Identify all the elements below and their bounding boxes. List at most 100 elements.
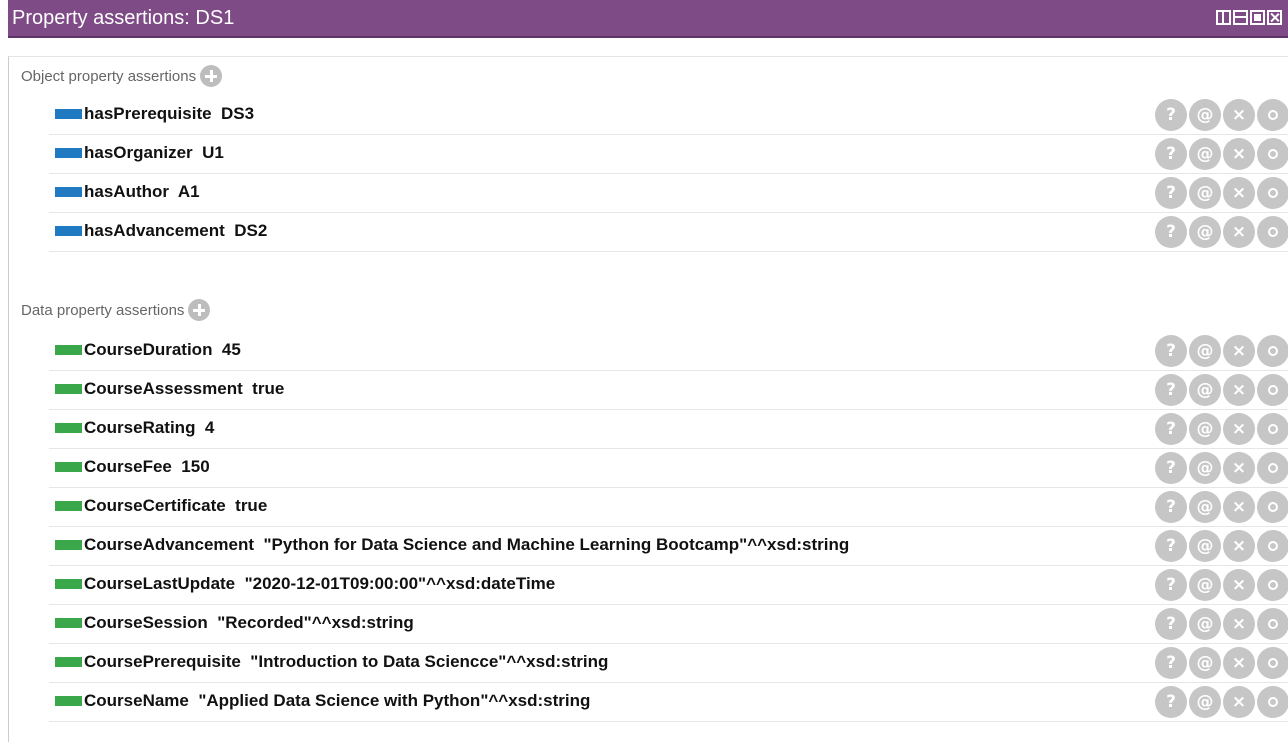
edit-icon[interactable] [1257,647,1288,679]
help-icon[interactable]: ? [1155,491,1187,523]
data-property-assertion-row[interactable]: CourseSession "Recorded"^^xsd:string? @ × [49,606,1288,644]
edit-icon[interactable] [1257,413,1288,445]
assertion-text: hasPrerequisite DS3 [84,104,255,123]
maximize-icon[interactable] [1250,10,1265,25]
help-icon[interactable]: ? [1155,335,1187,367]
delete-icon[interactable]: × [1223,686,1255,718]
annotate-icon[interactable]: @ [1189,569,1221,601]
vertical-split-icon[interactable] [1216,10,1231,25]
data-property-section-header: Data property assertions [21,299,211,321]
delete-icon[interactable]: × [1223,335,1255,367]
assertion-text: CourseRating 4 [84,418,215,437]
row-actions: ? @ × [1155,413,1288,445]
delete-icon[interactable]: × [1223,216,1255,248]
edit-icon[interactable] [1257,686,1288,718]
assertion-text: CoursePrerequisite "Introduction to Data… [84,652,609,671]
help-icon[interactable]: ? [1155,138,1187,170]
data-property-icon [55,462,82,472]
edit-icon[interactable] [1257,608,1288,640]
row-actions: ? @ × [1155,686,1288,718]
assertion-text: hasAuthor A1 [84,182,200,201]
help-icon[interactable]: ? [1155,413,1187,445]
assertion-text: CourseAssessment true [84,379,285,398]
data-property-assertion-row[interactable]: CourseDuration 45? @ × [49,333,1288,371]
annotate-icon[interactable]: @ [1189,138,1221,170]
row-actions: ? @ × [1155,608,1288,640]
help-icon[interactable]: ? [1155,530,1187,562]
delete-icon[interactable]: × [1223,608,1255,640]
edit-icon[interactable] [1257,452,1288,484]
object-property-assertion-row[interactable]: hasOrganizer U1? @ × [49,136,1288,174]
panel-title: Property assertions: DS1 [12,7,235,29]
edit-icon[interactable] [1257,491,1288,523]
edit-icon[interactable] [1257,138,1288,170]
delete-icon[interactable]: × [1223,647,1255,679]
annotate-icon[interactable]: @ [1189,530,1221,562]
help-icon[interactable]: ? [1155,177,1187,209]
help-icon[interactable]: ? [1155,686,1187,718]
horizontal-split-icon[interactable] [1233,10,1248,25]
object-property-assertion-row[interactable]: hasAdvancement DS2? @ × [49,214,1288,252]
edit-icon[interactable] [1257,216,1288,248]
row-actions: ? @ × [1155,177,1288,209]
add-data-property-icon[interactable] [188,299,211,321]
object-property-icon [55,187,82,197]
object-property-icon [55,226,82,236]
annotate-icon[interactable]: @ [1189,647,1221,679]
annotate-icon[interactable]: @ [1189,99,1221,131]
row-actions: ? @ × [1155,99,1288,131]
object-property-assertion-row[interactable]: hasPrerequisite DS3? @ × [49,97,1288,135]
help-icon[interactable]: ? [1155,216,1187,248]
data-property-assertion-row[interactable]: CourseAdvancement "Python for Data Scien… [49,528,1288,566]
delete-icon[interactable]: × [1223,99,1255,131]
object-property-section-header: Object property assertions [21,65,223,87]
row-actions: ? @ × [1155,335,1288,367]
delete-icon[interactable]: × [1223,177,1255,209]
delete-icon[interactable]: × [1223,491,1255,523]
annotate-icon[interactable]: @ [1189,374,1221,406]
delete-icon[interactable]: × [1223,138,1255,170]
assertion-text: CourseAdvancement "Python for Data Scien… [84,535,850,554]
data-property-icon [55,540,82,550]
delete-icon[interactable]: × [1223,413,1255,445]
data-property-assertion-row[interactable]: CoursePrerequisite "Introduction to Data… [49,645,1288,683]
annotate-icon[interactable]: @ [1189,608,1221,640]
object-property-assertion-row[interactable]: hasAuthor A1? @ × [49,175,1288,213]
assertion-text: hasAdvancement DS2 [84,221,268,240]
data-property-assertion-row[interactable]: CourseRating 4? @ × [49,411,1288,449]
edit-icon[interactable] [1257,335,1288,367]
help-icon[interactable]: ? [1155,452,1187,484]
help-icon[interactable]: ? [1155,608,1187,640]
data-property-assertion-row[interactable]: CourseLastUpdate "2020-12-01T09:00:00"^^… [49,567,1288,605]
help-icon[interactable]: ? [1155,647,1187,679]
annotate-icon[interactable]: @ [1189,491,1221,523]
help-icon[interactable]: ? [1155,99,1187,131]
data-property-assertion-row[interactable]: CourseCertificate true? @ × [49,489,1288,527]
edit-icon[interactable] [1257,569,1288,601]
annotate-icon[interactable]: @ [1189,686,1221,718]
delete-icon[interactable]: × [1223,374,1255,406]
annotate-icon[interactable]: @ [1189,452,1221,484]
close-icon[interactable] [1267,10,1282,25]
edit-icon[interactable] [1257,177,1288,209]
delete-icon[interactable]: × [1223,452,1255,484]
data-property-icon [55,501,82,511]
edit-icon[interactable] [1257,99,1288,131]
annotate-icon[interactable]: @ [1189,335,1221,367]
annotate-icon[interactable]: @ [1189,216,1221,248]
row-actions: ? @ × [1155,491,1288,523]
add-object-property-icon[interactable] [200,65,223,87]
help-icon[interactable]: ? [1155,374,1187,406]
data-property-assertion-row[interactable]: CourseAssessment true? @ × [49,372,1288,410]
assertion-text: hasOrganizer U1 [84,143,224,162]
annotate-icon[interactable]: @ [1189,177,1221,209]
assertion-text: CourseName "Applied Data Science with Py… [84,691,591,710]
delete-icon[interactable]: × [1223,530,1255,562]
data-property-assertion-row[interactable]: CourseName "Applied Data Science with Py… [49,684,1288,722]
edit-icon[interactable] [1257,530,1288,562]
edit-icon[interactable] [1257,374,1288,406]
annotate-icon[interactable]: @ [1189,413,1221,445]
delete-icon[interactable]: × [1223,569,1255,601]
data-property-assertion-row[interactable]: CourseFee 150? @ × [49,450,1288,488]
help-icon[interactable]: ? [1155,569,1187,601]
